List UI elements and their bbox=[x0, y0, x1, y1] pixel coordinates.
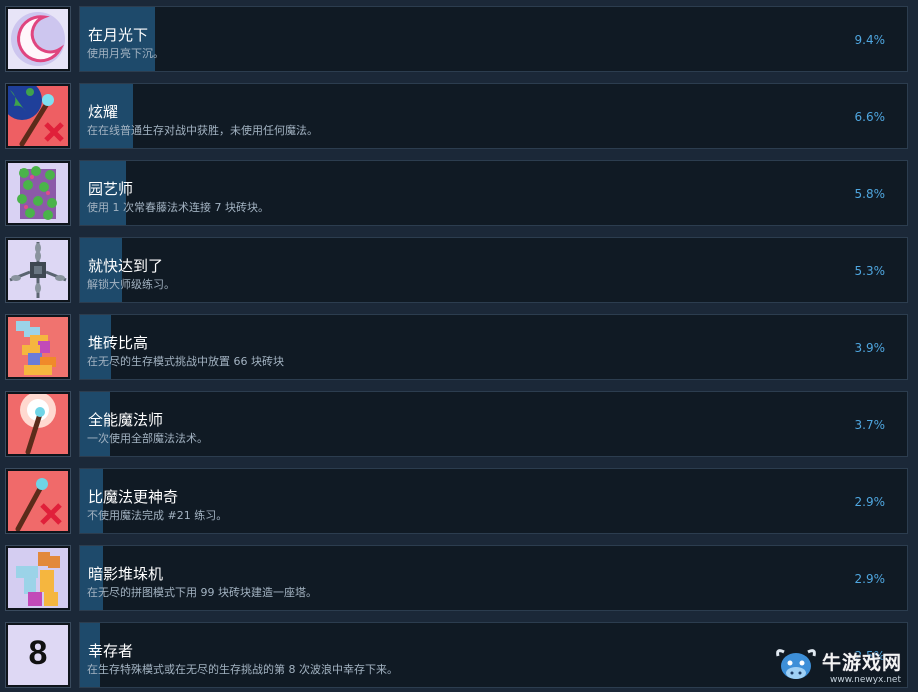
achievement-row[interactable]: 全能魔法师 一次使用全部魔法法术。 3.7% bbox=[0, 391, 918, 461]
unlock-percentage: 5.3% bbox=[854, 264, 886, 278]
achievement-row[interactable]: 园艺师 使用 1 次常春藤法术连接 7 块砖块。 5.8% bbox=[0, 160, 918, 230]
achievement-description: 解锁大师级练习。 bbox=[87, 278, 175, 291]
brick-tower-icon bbox=[8, 317, 68, 377]
unlock-percentage: 2.9% bbox=[854, 495, 886, 509]
cow-logo-icon bbox=[774, 646, 818, 686]
achievement-title: 园艺师 bbox=[88, 180, 134, 198]
unlock-percentage: 3.9% bbox=[854, 341, 886, 355]
achievement-panel: 在月光下 使用月亮下沉。 9.4% bbox=[79, 6, 908, 72]
ivy-bricks-icon bbox=[8, 163, 68, 223]
achievement-panel: 园艺师 使用 1 次常春藤法术连接 7 块砖块。 5.8% bbox=[79, 160, 908, 226]
achievement-panel: 炫耀 在在线普通生存对战中获胜，未使用任何魔法。 6.6% bbox=[79, 83, 908, 149]
achievement-icon-frame: 8 bbox=[5, 622, 71, 688]
achievement-description: 一次使用全部魔法法术。 bbox=[87, 432, 208, 445]
achievement-icon-frame bbox=[5, 237, 71, 303]
achievement-icon-frame bbox=[5, 545, 71, 611]
achievement-title: 幸存者 bbox=[88, 642, 134, 660]
achievement-description: 在生存特殊模式或在无尽的生存挑战的第 8 次波浪中幸存下来。 bbox=[87, 663, 398, 676]
crossed-wand-icon bbox=[8, 471, 68, 531]
achievement-icon-frame bbox=[5, 468, 71, 534]
achievement-row[interactable]: 在月光下 使用月亮下沉。 9.4% bbox=[0, 6, 918, 76]
unlock-percentage: 6.6% bbox=[854, 110, 886, 124]
achievement-icon-frame bbox=[5, 160, 71, 226]
unlock-percentage: 9.4% bbox=[854, 33, 886, 47]
achievement-description: 使用月亮下沉。 bbox=[87, 47, 164, 60]
achievement-description: 使用 1 次常春藤法术连接 7 块砖块。 bbox=[87, 201, 269, 214]
icon-number: 8 bbox=[28, 634, 48, 672]
achievement-row[interactable]: 堆砖比高 在无尽的生存模式挑战中放置 66 块砖块 3.9% bbox=[0, 314, 918, 384]
achievement-panel: 就快达到了 解锁大师级练习。 5.3% bbox=[79, 237, 908, 303]
achievement-icon-frame bbox=[5, 314, 71, 380]
achievement-title: 全能魔法师 bbox=[88, 411, 164, 429]
achievement-description: 在无尽的拼图模式下用 99 块砖块建造一座塔。 bbox=[87, 586, 317, 599]
achievement-icon-frame bbox=[5, 83, 71, 149]
achievement-panel: 堆砖比高 在无尽的生存模式挑战中放置 66 块砖块 3.9% bbox=[79, 314, 908, 380]
unlock-percentage: 3.7% bbox=[854, 418, 886, 432]
achievement-title: 炫耀 bbox=[88, 103, 119, 121]
achievement-description: 在在线普通生存对战中获胜，未使用任何魔法。 bbox=[87, 124, 318, 137]
glowing-wand-icon bbox=[8, 394, 68, 454]
achievement-title: 暗影堆垛机 bbox=[88, 565, 164, 583]
achievement-description: 在无尽的生存模式挑战中放置 66 块砖块 bbox=[87, 355, 284, 368]
achievement-row[interactable]: 炫耀 在在线普通生存对战中获胜，未使用任何魔法。 6.6% bbox=[0, 83, 918, 153]
achievement-panel: 全能魔法师 一次使用全部魔法法术。 3.7% bbox=[79, 391, 908, 457]
achievement-row[interactable]: 比魔法更神奇 不使用魔法完成 #21 练习。 2.9% bbox=[0, 468, 918, 538]
unlock-percentage: 5.8% bbox=[854, 187, 886, 201]
achievement-icon-frame bbox=[5, 391, 71, 457]
shadow-stack-icon bbox=[8, 548, 68, 608]
watermark-text: 牛游戏网 bbox=[822, 652, 903, 674]
achievement-panel: 比魔法更神奇 不使用魔法完成 #21 练习。 2.9% bbox=[79, 468, 908, 534]
achievement-title: 比魔法更神奇 bbox=[88, 488, 179, 506]
achievement-icon-frame bbox=[5, 6, 71, 72]
achievement-panel: 暗影堆垛机 在无尽的拼图模式下用 99 块砖块建造一座塔。 2.9% bbox=[79, 545, 908, 611]
achievement-row[interactable]: 暗影堆垛机 在无尽的拼图模式下用 99 块砖块建造一座塔。 2.9% bbox=[0, 545, 918, 615]
achievement-title: 就快达到了 bbox=[88, 257, 164, 275]
achievement-title: 堆砖比高 bbox=[88, 334, 149, 352]
site-watermark: 牛游戏网 www.newyx.net bbox=[770, 642, 918, 692]
number-eight-icon: 8 bbox=[8, 625, 68, 685]
achievement-row[interactable]: 就快达到了 解锁大师级练习。 5.3% bbox=[0, 237, 918, 307]
chained-block-icon bbox=[8, 240, 68, 300]
achievement-description: 不使用魔法完成 #21 练习。 bbox=[87, 509, 228, 522]
watermark-url: www.newyx.net bbox=[830, 675, 902, 685]
unlock-percentage: 2.9% bbox=[854, 572, 886, 586]
achievement-title: 在月光下 bbox=[88, 26, 149, 44]
crescent-moon-icon bbox=[8, 9, 68, 69]
no-magic-globe-icon bbox=[8, 86, 68, 146]
